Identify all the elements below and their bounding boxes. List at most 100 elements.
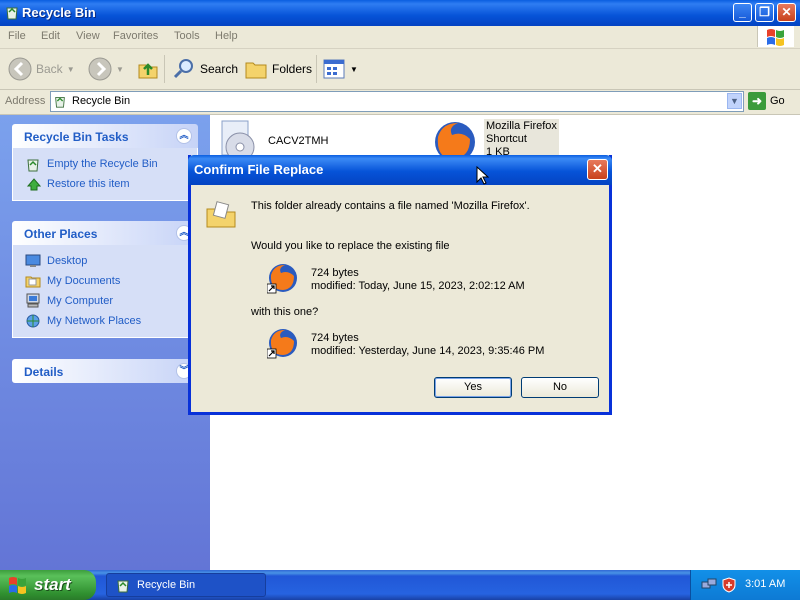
views-dropdown-icon: ▼ <box>350 64 358 74</box>
firefox-icon <box>267 329 297 359</box>
mouse-cursor-icon <box>476 166 490 185</box>
folders-label: Folders <box>272 62 313 76</box>
toolbar-separator <box>316 55 317 83</box>
windows-logo-icon <box>757 26 794 47</box>
search-icon <box>173 59 193 79</box>
back-button[interactable]: Back ▼ <box>8 57 75 81</box>
folders-button[interactable]: Folders <box>244 57 312 81</box>
views-icon <box>323 59 345 79</box>
place-label: My Computer <box>47 295 114 307</box>
my-network-places-link[interactable]: My Network Places <box>13 311 197 331</box>
go-arrow-icon: ➜ <box>748 92 766 110</box>
file-name: Mozilla Firefox <box>486 120 557 132</box>
search-button[interactable]: Search <box>172 57 238 81</box>
start-label: start <box>34 575 71 594</box>
documents-folder-icon <box>25 276 41 288</box>
confirm-file-replace-dialog: Confirm File Replace ✕ This folder alrea… <box>188 155 612 415</box>
details-header[interactable]: Details ︾ <box>12 359 198 383</box>
place-label: My Documents <box>47 275 121 287</box>
recycle-bin-tasks-panel: Recycle Bin Tasks ︽ Empty the Recycle Bi… <box>12 124 198 201</box>
address-label: Address <box>5 95 46 107</box>
address-dropdown-icon[interactable]: ▼ <box>727 93 742 109</box>
recycle-bin-icon <box>27 159 39 172</box>
recycle-bin-icon <box>6 7 18 20</box>
dialog-message: This folder already contains a file name… <box>251 200 530 212</box>
network-icon <box>26 314 40 328</box>
desktop-icon <box>25 254 41 267</box>
dialog-question: Would you like to replace the existing f… <box>251 240 450 252</box>
go-label: Go <box>770 95 785 107</box>
task-label: Empty the Recycle Bin <box>47 158 158 170</box>
up-folder-button[interactable] <box>136 57 160 81</box>
window-title-bar[interactable]: Recycle Bin _ ❐ ✕ <box>0 0 800 26</box>
recycle-bin-icon <box>55 97 65 108</box>
panel-title: Other Places <box>24 227 98 241</box>
menu-tools[interactable]: Tools <box>174 30 200 42</box>
no-button[interactable]: No <box>521 377 599 398</box>
collapse-chevron-icon[interactable]: ︽ <box>176 128 192 144</box>
panel-title: Details <box>24 365 64 379</box>
taskbar: start Recycle Bin 3:01 AM <box>0 570 800 600</box>
restore-item-link[interactable]: Restore this item <box>13 174 197 194</box>
toolbar-separator <box>164 55 165 83</box>
dialog-with-label: with this one? <box>251 306 319 318</box>
address-value: Recycle Bin <box>72 95 131 107</box>
desktop-link[interactable]: Desktop <box>13 251 197 271</box>
details-panel: Details ︾ <box>12 359 198 383</box>
panel-title: Recycle Bin Tasks <box>24 130 129 144</box>
menu-help[interactable]: Help <box>215 30 238 42</box>
place-label: Desktop <box>47 255 88 267</box>
start-button[interactable]: start <box>0 570 96 600</box>
system-tray: 3:01 AM <box>690 570 800 600</box>
back-dropdown-icon: ▼ <box>66 64 75 74</box>
firefox-icon <box>267 264 297 294</box>
dialog-title-bar[interactable]: Confirm File Replace ✕ <box>188 155 612 185</box>
restore-arrow-icon <box>26 178 41 191</box>
my-computer-link[interactable]: My Computer <box>13 291 197 311</box>
menu-favorites[interactable]: Favorites <box>113 30 158 42</box>
clock: 3:01 AM <box>745 578 786 590</box>
toolbar: Back ▼ ▼ Search Folders ▼ <box>0 49 800 90</box>
menu-view[interactable]: View <box>76 30 100 42</box>
window-title: Recycle Bin <box>22 5 96 20</box>
address-bar: Address Recycle Bin ▼ ➜ Go <box>0 90 800 115</box>
views-button[interactable]: ▼ <box>322 57 358 81</box>
empty-recycle-bin-link[interactable]: Empty the Recycle Bin <box>13 154 197 174</box>
taskbar-item-recycle-bin[interactable]: Recycle Bin <box>106 573 266 597</box>
incoming-file-size: 724 bytes <box>311 332 359 344</box>
forward-button[interactable]: ▼ <box>88 57 124 81</box>
network-tray-icon[interactable] <box>701 577 717 593</box>
incoming-file-modified: modified: Yesterday, June 14, 2023, 9:35… <box>311 345 545 357</box>
menu-bar: File Edit View Favorites Tools Help <box>0 26 800 49</box>
back-label: Back <box>36 62 63 76</box>
other-places-panel: Other Places ︽ Desktop My Documents My C… <box>12 221 198 338</box>
menu-edit[interactable]: Edit <box>41 30 60 42</box>
search-label: Search <box>200 62 239 76</box>
dialog-close-button[interactable]: ✕ <box>587 159 608 180</box>
my-documents-link[interactable]: My Documents <box>13 271 197 291</box>
file-type: Shortcut <box>486 133 527 145</box>
up-folder-icon <box>138 63 158 79</box>
task-pane: Recycle Bin Tasks ︽ Empty the Recycle Bi… <box>0 115 210 570</box>
address-input[interactable]: Recycle Bin ▼ <box>50 91 744 112</box>
folder-replace-icon <box>206 201 236 228</box>
task-label: Restore this item <box>47 178 130 190</box>
computer-icon <box>26 293 40 308</box>
security-shield-icon[interactable] <box>721 577 737 593</box>
dialog-title: Confirm File Replace <box>194 162 324 177</box>
forward-dropdown-icon: ▼ <box>116 64 124 74</box>
go-button[interactable]: ➜ Go <box>748 91 785 111</box>
back-arrow-icon <box>8 57 32 81</box>
existing-file-size: 724 bytes <box>311 267 359 279</box>
close-button[interactable]: ✕ <box>777 3 796 22</box>
windows-logo-icon <box>9 577 26 594</box>
recycle-bin-tasks-header[interactable]: Recycle Bin Tasks ︽ <box>12 124 198 148</box>
minimize-button[interactable]: _ <box>733 3 752 22</box>
forward-arrow-icon <box>88 57 112 81</box>
existing-file-modified: modified: Today, June 15, 2023, 2:02:12 … <box>311 280 525 292</box>
other-places-header[interactable]: Other Places ︽ <box>12 221 198 245</box>
menu-file[interactable]: File <box>8 30 26 42</box>
maximize-button[interactable]: ❐ <box>755 3 774 22</box>
recycle-bin-icon <box>117 580 129 593</box>
yes-button[interactable]: Yes <box>434 377 512 398</box>
